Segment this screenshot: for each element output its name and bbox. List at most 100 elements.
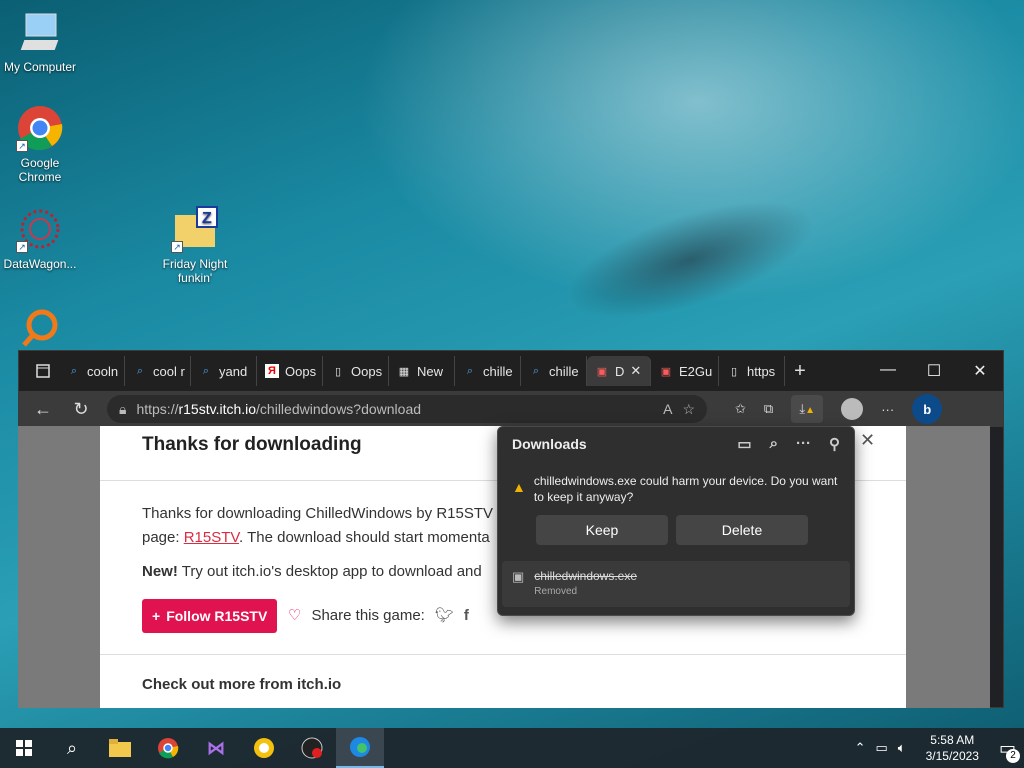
tab-5[interactable]: ▯ Oops (323, 356, 389, 386)
desktop-icon-my-computer[interactable]: My Computer (0, 8, 80, 74)
minimize-icon[interactable]: — (865, 361, 911, 381)
keep-button[interactable]: Keep (536, 515, 668, 545)
refresh-icon[interactable]: ↻ (69, 399, 93, 420)
desktop-icon-datawagon[interactable]: ↗ DataWagon... (0, 205, 80, 271)
twitter-icon[interactable]: 🐦︎ (435, 606, 454, 624)
magnifier-app-icon (16, 305, 64, 353)
tab-11[interactable]: ▯ https (719, 356, 785, 386)
read-aloud-icon[interactable]: A (663, 401, 672, 417)
tab-3[interactable]: ⌕ yand (191, 356, 257, 386)
tab-strip: ⌕ cooln ⌕ cool r ⌕ yand Я Oops ▯ Oops ▦ New ⌕ c… (19, 351, 1003, 391)
heart-icon[interactable]: ♡ (288, 606, 301, 624)
chevron-up-icon[interactable]: ⌃ (855, 740, 866, 756)
start-button[interactable] (0, 728, 48, 768)
desktop-icon-fnf[interactable]: Z ↗ Friday Night funkin' (155, 205, 235, 285)
search-icon[interactable]: ⌕ (770, 435, 778, 453)
desktop-icon-label: Friday Night funkin' (162, 257, 228, 285)
desktop-icon-label: DataWagon... (3, 257, 77, 271)
tab-7[interactable]: ⌕ chille (455, 356, 521, 386)
file-name: chilledwindows.exe (534, 569, 638, 583)
download-message: Thanks for downloading ChilledWindows by… (142, 505, 494, 546)
divider (100, 654, 906, 655)
itch-icon: ▣ (596, 365, 608, 378)
volume-icon[interactable]: 🔈︎ (898, 740, 906, 756)
chrome-icon: ↗ (16, 104, 64, 152)
address-bar[interactable]: 🔒︎ https://r15stv.itch.io/chilledwindows… (107, 395, 707, 423)
clock-date: 3/15/2023 (925, 749, 979, 763)
creator-link[interactable]: R15STV (184, 529, 239, 546)
tab-label: D (615, 363, 625, 379)
taskbar-yandex-browser[interactable] (240, 728, 288, 768)
window-controls: — ☐ ✕ (865, 361, 1003, 381)
file-icon: ▣ (512, 569, 525, 584)
download-warning-icon: ⤓▲ (799, 401, 816, 416)
downloads-header: Downloads ▭ ⌕ ··· ⚲ (498, 427, 854, 461)
tab-6[interactable]: ▦ New (389, 356, 455, 386)
tab-label: cool r (153, 363, 185, 379)
tab-actions-button[interactable] (27, 355, 59, 387)
tab-label: chille (483, 363, 513, 379)
more-menu-icon[interactable]: ··· (881, 402, 894, 417)
new-tab-button[interactable]: + (785, 360, 815, 383)
share-row: ♡ Share this game: 🐦︎ f (288, 606, 469, 625)
search-icon: ⌕ (66, 737, 78, 758)
shortcut-arrow-icon: ↗ (16, 241, 28, 253)
clock[interactable]: 5:58 AM 3/15/2023 (916, 732, 989, 764)
favorites-icon[interactable]: ✩ (735, 401, 746, 417)
desktop-icon-label: My Computer (3, 60, 77, 74)
downloads-button[interactable]: ⤓▲ (791, 395, 824, 423)
browser-toolbar: ← ↻ 🔒︎ https://r15stv.itch.io/chilledwin… (19, 391, 1003, 427)
checkout-heading: Check out more from itch.io (142, 676, 342, 693)
tab-label: https (747, 363, 776, 379)
desktop-icon-chrome[interactable]: ↗ Google Chrome (0, 104, 80, 184)
tab-2[interactable]: ⌕ cool r (125, 356, 191, 386)
file-status: Removed (534, 586, 578, 597)
notification-icon[interactable]: ▭ 2 (999, 738, 1020, 763)
notification-count: 2 (1006, 748, 1020, 763)
page-title: Thanks for downloading (142, 434, 362, 455)
profile-avatar[interactable] (841, 398, 864, 420)
taskbar-chrome[interactable] (144, 728, 192, 768)
follow-button[interactable]: + Follow R15STV (142, 599, 278, 633)
taskbar-obs[interactable] (288, 728, 336, 768)
close-tab-icon[interactable]: ✕ (630, 363, 641, 379)
maximize-icon[interactable]: ☐ (911, 361, 957, 381)
taskbar-file-explorer[interactable] (96, 728, 144, 768)
obs-icon (301, 737, 323, 759)
tab-label: chille (549, 363, 579, 379)
downloads-title: Downloads (512, 436, 587, 452)
collections-icon[interactable]: ⧉ (764, 401, 773, 417)
itch-icon: ▣ (660, 365, 672, 378)
datawagon-icon: ↗ (16, 205, 64, 253)
tab-1[interactable]: ⌕ cooln (59, 356, 125, 386)
close-modal-icon[interactable]: ✕ (860, 430, 875, 451)
search-icon: ⌕ (202, 364, 210, 377)
app-promo: New! Try out itch.io's desktop app to do… (142, 563, 482, 580)
network-icon[interactable]: ▭ (875, 740, 887, 756)
tab-10[interactable]: ▣ E2Gu (651, 356, 719, 386)
back-icon[interactable]: ← (31, 399, 55, 420)
pin-icon[interactable]: ⚲ (829, 435, 840, 453)
chrome-icon (158, 738, 179, 759)
delete-button[interactable]: Delete (676, 515, 808, 545)
close-window-icon[interactable]: ✕ (957, 361, 1003, 381)
shortcut-arrow-icon: ↗ (16, 140, 28, 152)
tab-4[interactable]: Я Oops (257, 356, 323, 386)
folder-icon[interactable]: ▭ (737, 435, 751, 453)
taskbar-edge[interactable] (336, 728, 384, 768)
clock-time: 5:58 AM (930, 733, 975, 747)
calendar-icon: ▦ (398, 365, 410, 378)
more-icon[interactable]: ··· (796, 435, 811, 453)
bing-icon[interactable]: b (912, 394, 943, 424)
download-item[interactable]: ▣ chilledwindows.exe Removed (502, 561, 850, 607)
add-favorite-icon[interactable]: ☆ (682, 401, 695, 418)
tab-active[interactable]: ▣ D ✕ (587, 356, 651, 386)
yandex-browser-icon (254, 738, 274, 758)
lock-icon: 🔒︎ (119, 400, 127, 417)
tab-8[interactable]: ⌕ chille (521, 356, 587, 386)
taskbar-visual-studio[interactable]: ⋈ (192, 728, 240, 768)
tab-label: yand (219, 363, 248, 379)
svg-text:Z: Z (202, 210, 212, 227)
facebook-icon[interactable]: f (464, 607, 469, 624)
search-button[interactable]: ⌕ (48, 728, 96, 768)
